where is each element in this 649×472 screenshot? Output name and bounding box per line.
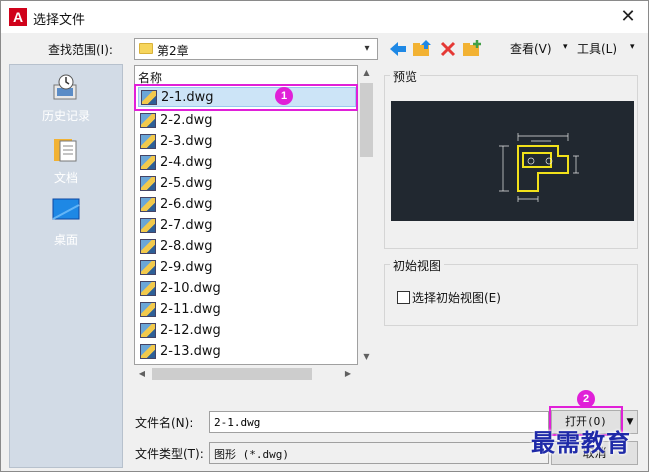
lookin-dropdown[interactable]: 第2章 ▾	[134, 38, 378, 60]
filetype-select[interactable]: 图形 (*.dwg)	[209, 442, 549, 464]
list-item[interactable]: 2-2.dwg	[138, 111, 356, 131]
dwg-file-icon	[140, 197, 156, 212]
preview-label: 预览	[390, 68, 421, 85]
folder-icon	[139, 43, 153, 54]
scrollbar-thumb[interactable]	[360, 83, 373, 157]
close-icon[interactable]: ✕	[616, 5, 640, 29]
dwg-file-icon	[140, 302, 156, 317]
dwg-file-icon	[140, 218, 156, 233]
tools-menu[interactable]: 工具(L)	[577, 40, 617, 57]
chevron-down-icon[interactable]: ▾	[359, 41, 375, 57]
up-folder-icon[interactable]	[411, 38, 433, 60]
documents-icon	[52, 135, 80, 163]
list-item[interactable]: 2-10.dwg	[138, 279, 356, 299]
annotation-step-2: 2	[577, 390, 595, 408]
place-desktop[interactable]: 桌面	[10, 197, 122, 257]
dwg-file-icon	[140, 155, 156, 170]
title-bar: A 选择文件 ✕	[1, 1, 648, 33]
list-item[interactable]: 2-4.dwg	[138, 153, 356, 173]
file-list-vertical-scrollbar[interactable]: ▲ ▼	[358, 65, 375, 365]
select-initial-view-checkbox[interactable]	[397, 291, 410, 304]
scroll-down-icon[interactable]: ▼	[358, 349, 375, 365]
scroll-up-icon[interactable]: ▲	[358, 65, 375, 81]
dwg-file-icon	[140, 323, 156, 338]
filename-input[interactable]	[209, 411, 549, 433]
initial-view-label: 初始视图	[390, 257, 445, 274]
place-documents[interactable]: 文档	[10, 135, 122, 195]
select-file-dialog: A 选择文件 ✕ 查找范围(I): 第2章 ▾ 查看(V) ▾ 工具(L) ▾ …	[0, 0, 649, 472]
filename-label: 文件名(N):	[135, 416, 194, 430]
places-bar: 历史记录 文档 桌面	[9, 64, 123, 468]
delete-icon[interactable]	[437, 38, 459, 60]
select-initial-view-label[interactable]: 选择初始视图(E)	[412, 289, 501, 306]
file-list-horizontal-scrollbar[interactable]: ◀ ▶	[134, 365, 358, 383]
scroll-left-icon[interactable]: ◀	[134, 366, 150, 382]
list-item[interactable]: 2-13.dwg	[138, 342, 356, 362]
annotation-highlight-file	[134, 84, 358, 111]
scroll-right-icon[interactable]: ▶	[340, 366, 356, 382]
place-label-desktop: 桌面	[53, 233, 78, 247]
list-item[interactable]: 2-5.dwg	[138, 174, 356, 194]
place-label-history: 历史记录	[41, 109, 90, 123]
desktop-icon	[52, 197, 80, 225]
place-label-documents: 文档	[53, 171, 78, 185]
dwg-file-icon	[140, 260, 156, 275]
dwg-file-icon	[140, 176, 156, 191]
dwg-file-icon	[140, 113, 156, 128]
preview-thumbnail	[391, 101, 634, 221]
views-dropdown-icon[interactable]: ▾	[563, 42, 568, 52]
views-menu[interactable]: 查看(V)	[510, 40, 552, 57]
list-item[interactable]: 2-6.dwg	[138, 195, 356, 215]
watermark: 最需教育	[531, 428, 631, 457]
list-item[interactable]: 2-7.dwg	[138, 216, 356, 236]
autocad-app-icon: A	[9, 8, 27, 26]
history-icon	[52, 73, 80, 101]
list-item[interactable]: 2-9.dwg	[138, 258, 356, 278]
annotation-step-1: 1	[275, 87, 293, 105]
new-folder-icon[interactable]	[461, 38, 483, 60]
scrollbar-thumb[interactable]	[152, 368, 312, 380]
dialog-title: 选择文件	[33, 13, 86, 28]
lookin-label: 查找范围(I):	[48, 43, 113, 57]
list-item[interactable]: 2-3.dwg	[138, 132, 356, 152]
place-history[interactable]: 历史记录	[10, 73, 122, 133]
list-item[interactable]: 2-8.dwg	[138, 237, 356, 257]
lookin-value: 第2章	[157, 44, 189, 58]
dwg-file-icon	[140, 134, 156, 149]
tools-dropdown-icon[interactable]: ▾	[630, 42, 635, 52]
dwg-file-icon	[140, 239, 156, 254]
filetype-label: 文件类型(T):	[135, 447, 204, 461]
dwg-file-icon	[140, 344, 156, 359]
list-item[interactable]: 2-11.dwg	[138, 300, 356, 320]
dwg-file-icon	[140, 281, 156, 296]
list-item[interactable]: 2-12.dwg	[138, 321, 356, 341]
back-arrow-icon[interactable]	[387, 38, 409, 60]
